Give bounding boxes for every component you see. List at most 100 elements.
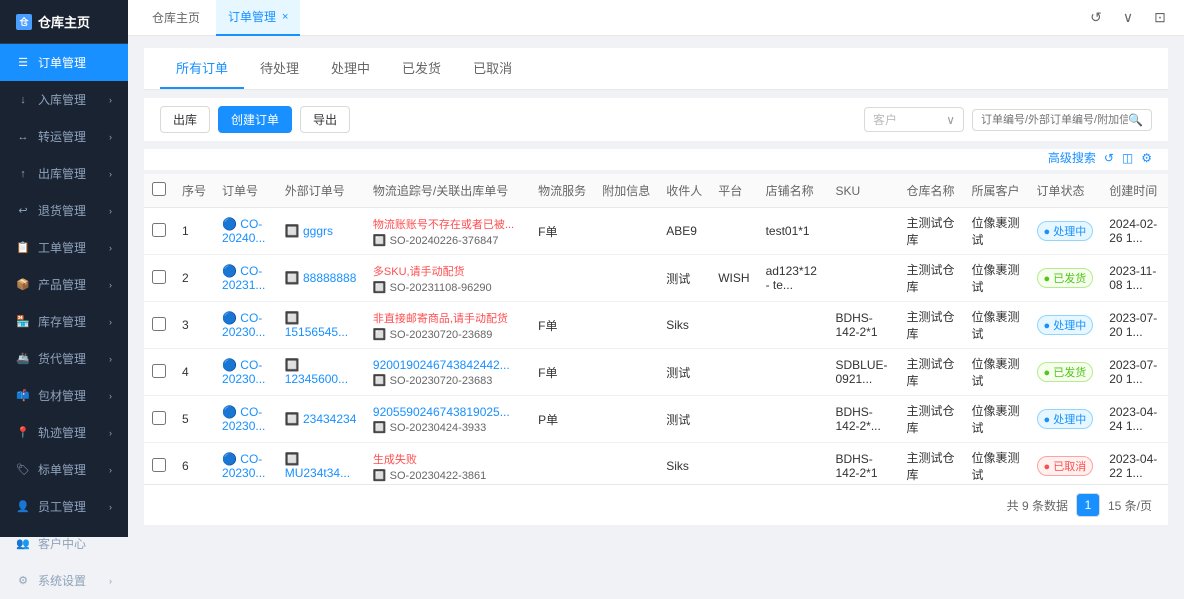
row-ext-order[interactable]: 🔲 15156545... <box>277 302 365 349</box>
row-sku: SDBLUE-0921... <box>827 349 898 396</box>
sidebar-logo[interactable]: 仓 仓库主页 <box>0 0 128 44</box>
sidebar-item-label[interactable]: 🏷 标单管理 › <box>0 451 128 488</box>
sidebar-item-returns[interactable]: ↩ 退货管理 › <box>0 192 128 229</box>
sidebar-item-customer[interactable]: 👥 客户中心 <box>0 525 128 562</box>
row-logistics-service: F单 <box>530 208 594 255</box>
status-badge: ● 已取消 <box>1037 456 1094 476</box>
row-create-time: 2024-02-26 1... <box>1101 208 1168 255</box>
filter-tab-cancelled[interactable]: 已取消 <box>457 48 528 89</box>
sidebar-item-track[interactable]: 📍 轨迹管理 › <box>0 414 128 451</box>
table-row: 1🔵 CO-20240...🔲 gggrs 物流账账号不存在或者已被... 🔲 … <box>144 208 1168 255</box>
row-receiver: Siks <box>658 302 710 349</box>
sidebar-item-staff[interactable]: 👤 员工管理 › <box>0 488 128 525</box>
close-icon[interactable]: × <box>282 11 288 23</box>
row-status: ● 已取消 <box>1029 443 1102 485</box>
row-extra-info <box>594 302 658 349</box>
row-ext-order[interactable]: 🔲 23434234 <box>277 396 365 443</box>
total-count: 共 9 条数据 <box>1007 497 1068 514</box>
sidebar-item-product[interactable]: 📦 产品管理 › <box>0 266 128 303</box>
chevron-icon: › <box>109 502 112 512</box>
sidebar-icon-settings: ⚙ <box>16 574 30 588</box>
chevron-icon: › <box>109 95 112 105</box>
sidebar-item-inbound[interactable]: ↓ 入库管理 › <box>0 81 128 118</box>
row-logistics[interactable]: 9205590246743819025... 🔲 SO-20230424-393… <box>365 396 530 443</box>
sidebar-item-packing[interactable]: 📫 包材管理 › <box>0 377 128 414</box>
row-logistics[interactable]: 生成失败 🔲 SO-20230422-3861 <box>365 443 530 485</box>
chevron-down-icon[interactable]: ∨ <box>1116 6 1140 30</box>
row-logistics[interactable]: 9200190246743842442... 🔲 SO-20230720-236… <box>365 349 530 396</box>
row-checkbox[interactable] <box>144 302 174 349</box>
table-col-0: 序号 <box>174 174 214 208</box>
row-warehouse: 主测试仓库 <box>899 349 964 396</box>
export-button[interactable]: 导出 <box>300 106 350 133</box>
row-ext-order[interactable]: 🔲 88888888 <box>277 255 365 302</box>
row-logistics[interactable]: 非直接邮寄商品,请手动配货 🔲 SO-20230720-23689 <box>365 302 530 349</box>
row-order-no[interactable]: 🔵 CO-20230... <box>214 396 277 443</box>
topbar-home-tab[interactable]: 仓库主页 <box>140 0 212 36</box>
row-checkbox[interactable] <box>144 208 174 255</box>
toolbar: 出库 创建订单 导出 客户 ∨ 🔍 <box>144 98 1168 141</box>
per-page-selector: 15 条/页 <box>1108 497 1152 514</box>
status-badge: ● 已发货 <box>1037 362 1094 382</box>
sidebar-item-workorder[interactable]: 📋 工单管理 › <box>0 229 128 266</box>
filter-tab-all[interactable]: 所有订单 <box>160 48 244 89</box>
row-order-no[interactable]: 🔵 CO-20240... <box>214 208 277 255</box>
sidebar-item-orders[interactable]: ☰ 订单管理 <box>0 44 128 81</box>
row-extra-info <box>594 396 658 443</box>
filter-tab-processing[interactable]: 处理中 <box>315 48 386 89</box>
customer-select[interactable]: 客户 ∨ <box>864 107 964 132</box>
layout-icon[interactable]: ⊡ <box>1148 6 1172 30</box>
row-customer: 位像裹测试 <box>964 443 1029 485</box>
row-checkbox[interactable] <box>144 443 174 485</box>
refresh-icon[interactable]: ↺ <box>1084 6 1108 30</box>
row-create-time: 2023-07-20 1... <box>1101 302 1168 349</box>
topbar-orders-tab[interactable]: 订单管理 × <box>216 0 300 36</box>
row-platform <box>710 396 757 443</box>
sidebar-label-workorder: 工单管理 <box>38 239 86 256</box>
table-header: 序号订单号外部订单号物流追踪号/关联出库单号物流服务附加信息收件人平台店铺名称S… <box>144 174 1168 208</box>
row-customer: 位像裹测试 <box>964 349 1029 396</box>
row-order-no[interactable]: 🔵 CO-20230... <box>214 443 277 485</box>
row-checkbox[interactable] <box>144 396 174 443</box>
row-logistics[interactable]: 多SKU,请手动配货 🔲 SO-20231108-96290 <box>365 255 530 302</box>
row-sku: BDHS-142-2*... <box>827 396 898 443</box>
row-ext-order[interactable]: 🔲 12345600... <box>277 349 365 396</box>
row-receiver: 测试 <box>658 396 710 443</box>
sidebar-item-transfer[interactable]: ↔ 转运管理 › <box>0 118 128 155</box>
sidebar-icon-packing: 📫 <box>16 389 30 403</box>
row-sku: BDHS-142-2*1 <box>827 302 898 349</box>
advanced-search-label[interactable]: 高级搜索 <box>1048 149 1096 166</box>
order-search-input[interactable] <box>981 114 1128 126</box>
filter-tab-shipped[interactable]: 已发货 <box>386 48 457 89</box>
settings-icon[interactable]: ⚙ <box>1141 151 1152 165</box>
search-icon[interactable]: 🔍 <box>1128 113 1143 127</box>
outbound-button[interactable]: 出库 <box>160 106 210 133</box>
refresh-adv-icon[interactable]: ↺ <box>1104 151 1114 165</box>
sidebar-item-settings[interactable]: ⚙ 系统设置 › <box>0 562 128 599</box>
row-status: ● 处理中 <box>1029 208 1102 255</box>
create-order-button[interactable]: 创建订单 <box>218 106 292 133</box>
row-shop: ad123*12 - te... <box>758 255 828 302</box>
per-page-label[interactable]: 15 条/页 <box>1108 497 1152 514</box>
table-col-4: 物流服务 <box>530 174 594 208</box>
sidebar-icon-product: 📦 <box>16 278 30 292</box>
chevron-icon: › <box>109 428 112 438</box>
row-ext-order[interactable]: 🔲 gggrs <box>277 208 365 255</box>
row-checkbox[interactable] <box>144 255 174 302</box>
row-index: 1 <box>174 208 214 255</box>
column-icon[interactable]: ◫ <box>1122 151 1133 165</box>
filter-tab-pending[interactable]: 待处理 <box>244 48 315 89</box>
row-order-no[interactable]: 🔵 CO-20230... <box>214 349 277 396</box>
row-order-no[interactable]: 🔵 CO-20231... <box>214 255 277 302</box>
sidebar-item-outbound[interactable]: ↑ 出库管理 › <box>0 155 128 192</box>
row-checkbox[interactable] <box>144 349 174 396</box>
row-order-no[interactable]: 🔵 CO-20230... <box>214 302 277 349</box>
row-ext-order[interactable]: 🔲 MU234t34... <box>277 443 365 485</box>
sidebar-item-agent[interactable]: 🚢 货代管理 › <box>0 340 128 377</box>
sidebar-item-inventory[interactable]: 🏪 库存管理 › <box>0 303 128 340</box>
select-all-checkbox[interactable] <box>152 182 166 196</box>
sidebar-icon-label: 🏷 <box>16 463 30 477</box>
row-logistics[interactable]: 物流账账号不存在或者已被... 🔲 SO-20240226-376847 <box>365 208 530 255</box>
current-page-btn[interactable]: 1 <box>1076 493 1100 517</box>
chevron-icon: › <box>109 354 112 364</box>
